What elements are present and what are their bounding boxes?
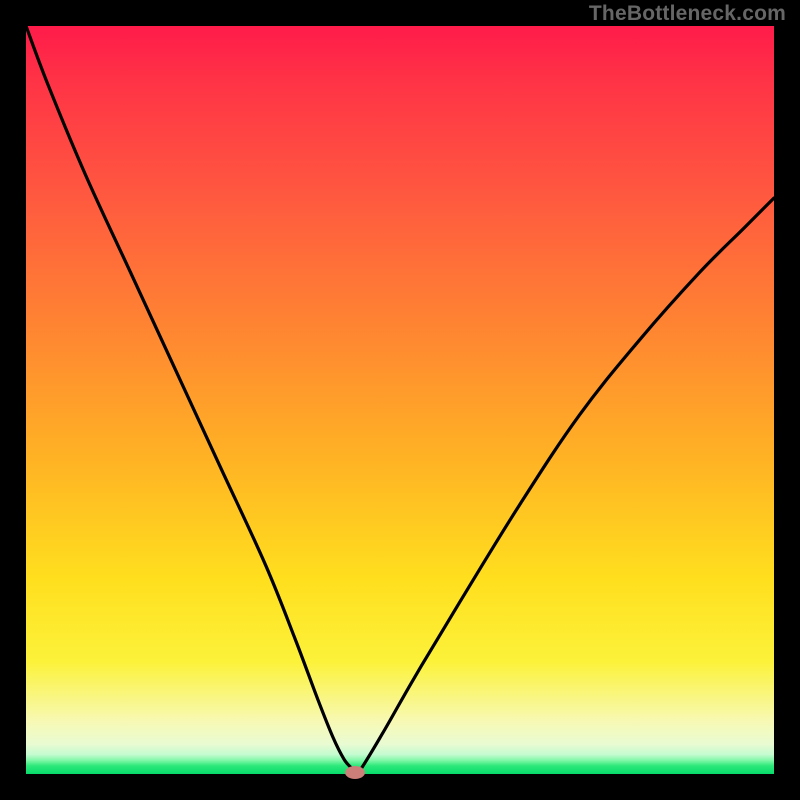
- chart-container: TheBottleneck.com: [0, 0, 800, 800]
- bottleneck-curve: [26, 26, 774, 774]
- minimum-marker: [345, 766, 365, 779]
- plot-area: [26, 26, 774, 774]
- curve-path: [26, 26, 774, 773]
- watermark-text: TheBottleneck.com: [589, 2, 786, 26]
